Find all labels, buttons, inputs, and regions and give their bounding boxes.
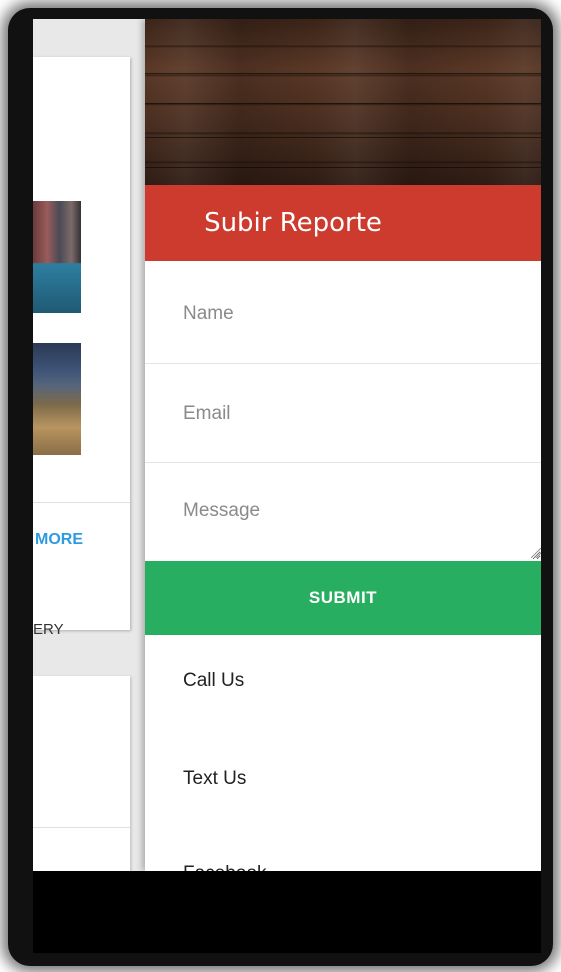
gallery-thumbnail-landscape[interactable]: [33, 343, 81, 455]
call-us-link[interactable]: Call Us: [183, 670, 244, 692]
report-drawer: Subir Reporte SUBMIT Call Us Text Us Fac…: [145, 19, 541, 871]
resize-grip-icon[interactable]: [531, 548, 541, 558]
name-input[interactable]: [145, 264, 541, 364]
more-link[interactable]: MORE: [35, 531, 83, 549]
app-screen: MORE ERY Subir Reporte SUBMIT Call Us Te…: [33, 19, 541, 871]
device-bottom-bar: [33, 871, 541, 953]
gallery-link[interactable]: ERY: [33, 621, 64, 638]
email-input[interactable]: [145, 365, 541, 463]
gallery-card: MORE ERY: [33, 57, 130, 638]
drawer-title: Subir Reporte: [204, 208, 382, 238]
card-divider: [33, 502, 130, 503]
wood-header-image: [145, 19, 541, 185]
background-page: MORE ERY: [33, 19, 145, 871]
facebook-link[interactable]: Facebook: [183, 863, 266, 871]
gallery-thumbnail-street[interactable]: [33, 201, 81, 313]
drawer-header: Subir Reporte: [145, 185, 541, 261]
card-divider: [33, 827, 130, 828]
text-us-link[interactable]: Text Us: [183, 768, 246, 790]
submit-button[interactable]: SUBMIT: [145, 561, 541, 635]
message-textarea[interactable]: [145, 464, 541, 560]
secondary-card: [33, 676, 130, 871]
